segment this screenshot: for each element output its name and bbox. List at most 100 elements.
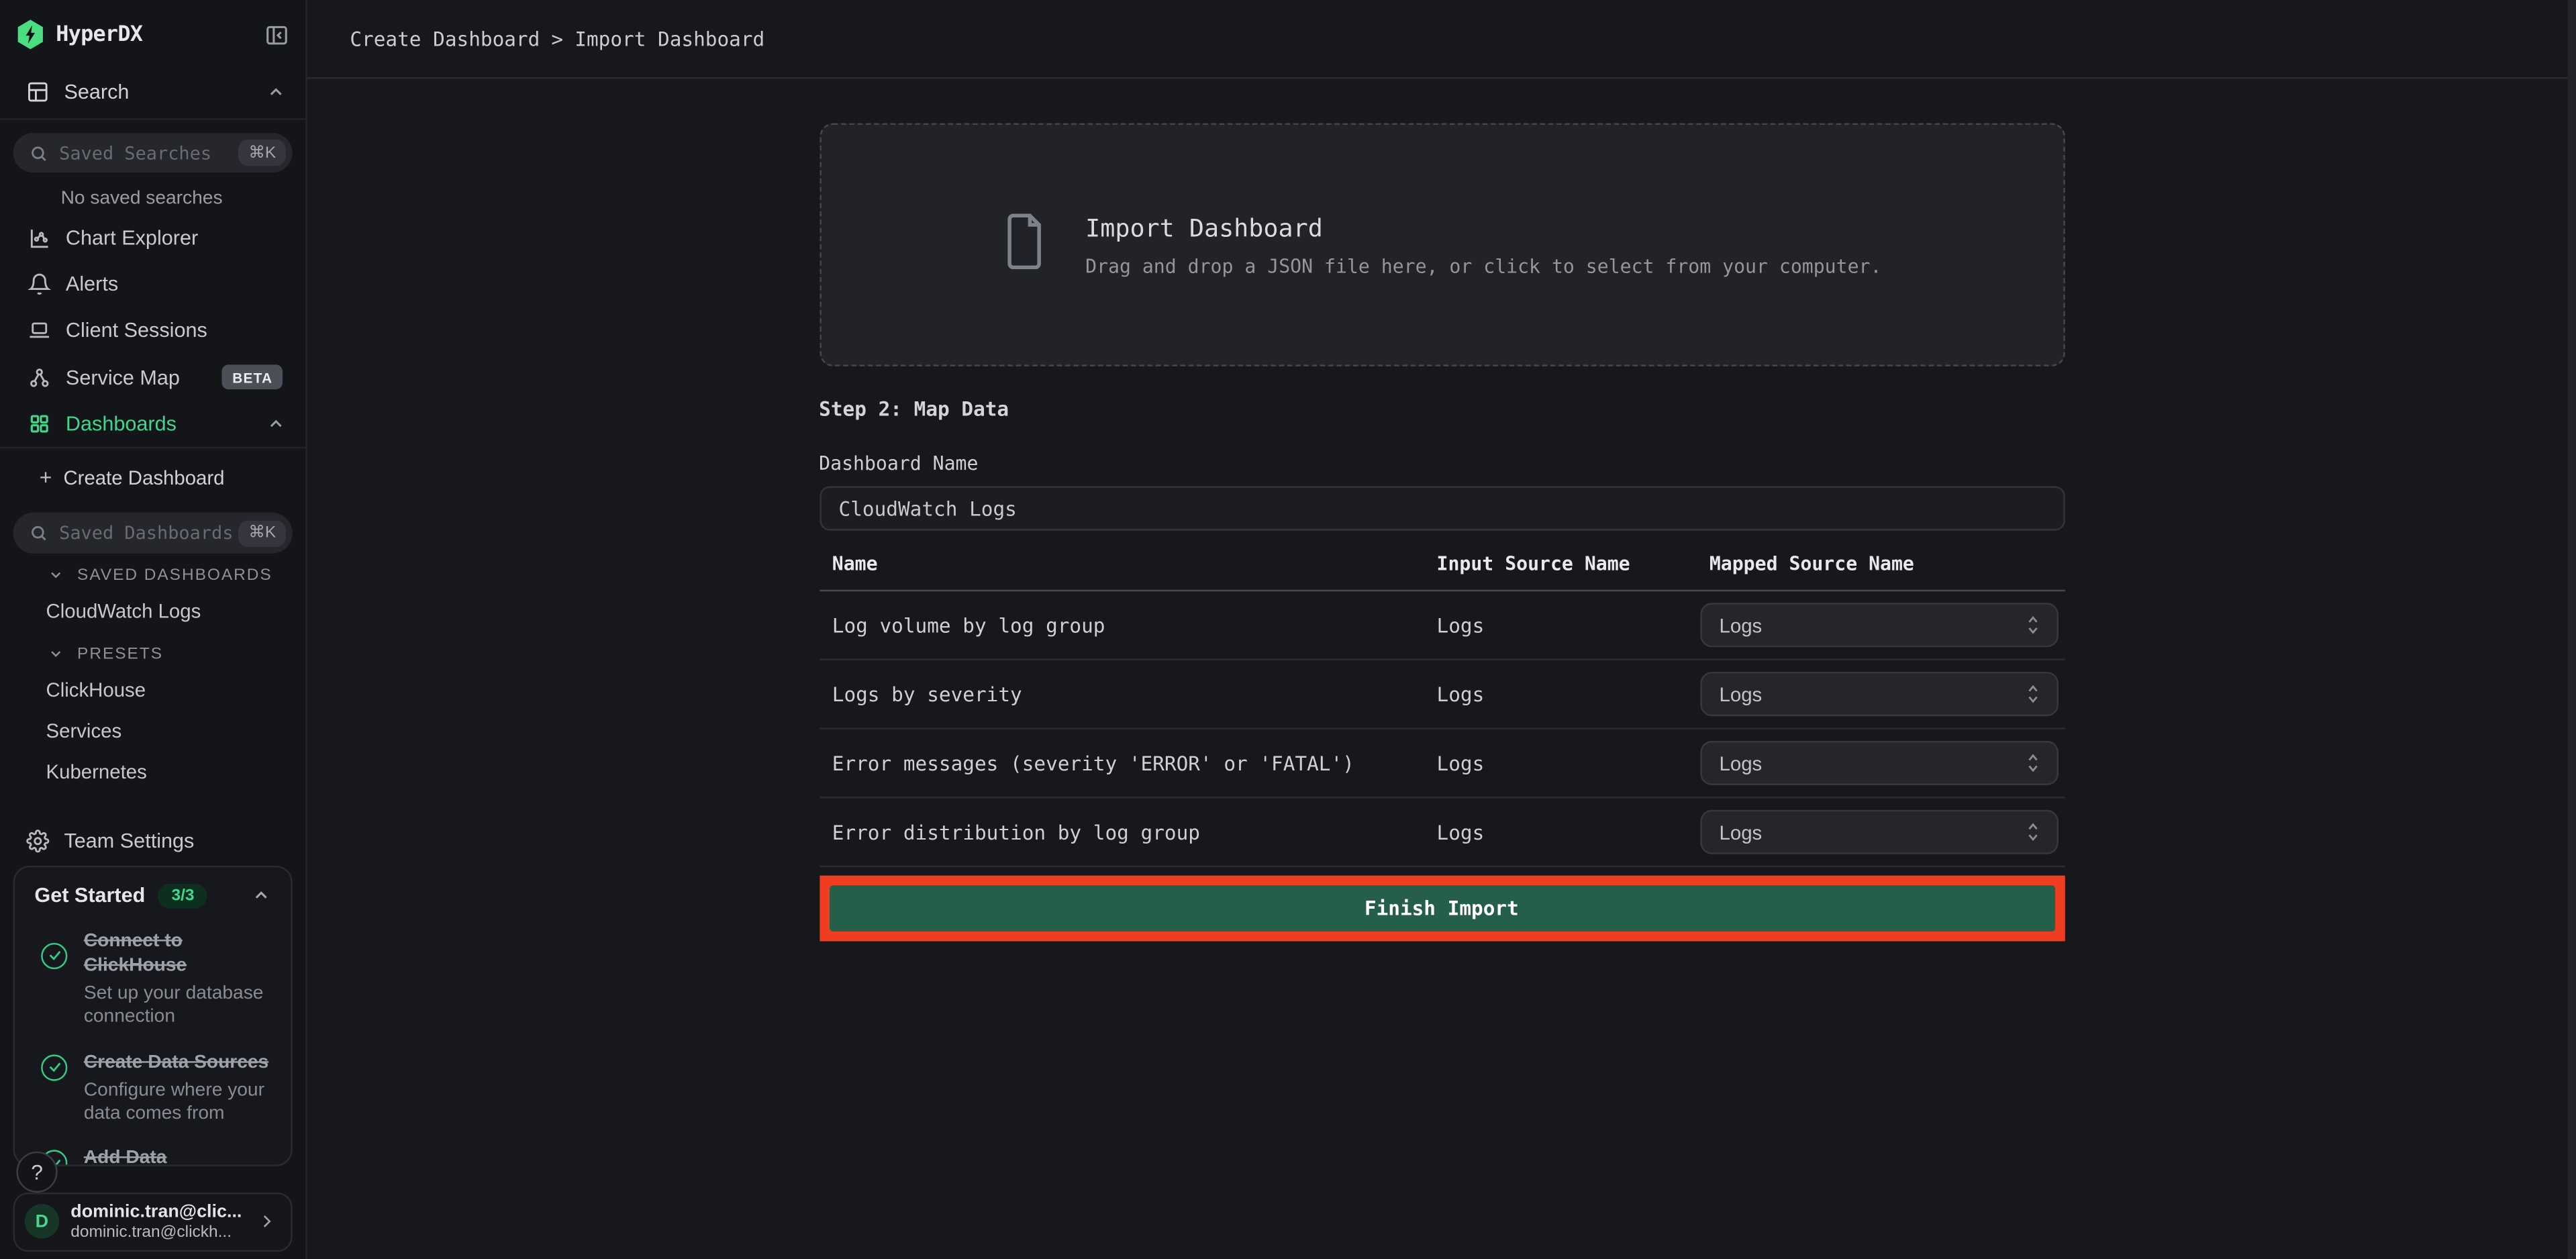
user-email: dominic.tran@clickh... [70,1223,256,1241]
avatar: D [25,1204,59,1238]
step-desc: Configure where your data comes from [84,1078,271,1125]
preset-item-kubernetes[interactable]: Kubernetes [0,752,305,793]
dropzone-title: Import Dashboard [1085,213,1881,242]
app-window: HyperDX Search Saved Searches ⌘K No save… [0,0,2576,1259]
mapped-source-select[interactable]: Logs [1699,603,2058,647]
chevron-up-icon[interactable] [251,886,270,905]
preset-item-clickhouse[interactable]: ClickHouse [0,670,305,711]
no-saved-searches-text: No saved searches [0,173,305,216]
chevron-up-icon[interactable] [266,415,286,434]
chart-name: Logs by severity [819,683,1436,705]
breadcrumb-import-dashboard: Import Dashboard [575,27,764,50]
bell-icon [26,273,51,296]
step-title: Connect to ClickHouse [84,929,271,978]
selected-value: Logs [1720,752,2024,774]
nav-label: Service Map [66,366,223,389]
get-started-title: Get Started [34,885,145,907]
selected-value: Logs [1720,683,2024,705]
selected-value: Logs [1720,821,2024,844]
table-row: Error distribution by log group Logs Log… [819,799,2064,868]
input-source: Logs [1437,821,1700,844]
selector-icon [2023,683,2041,705]
create-dashboard-button[interactable]: + Create Dashboard [0,458,305,501]
file-icon [1001,213,1046,276]
step-title: Create Data Sources [84,1050,271,1075]
search-icon [30,144,48,162]
step-desc: Set up your database connection [84,982,271,1029]
beta-badge: BETA [223,366,283,391]
chevron-down-icon [48,646,64,662]
sidebar-item-team-settings[interactable]: Team Settings [0,816,305,865]
chart-name: Error messages (severity 'ERROR' or 'FAT… [819,752,1436,774]
sidebar-item-search[interactable]: Search [0,66,305,118]
group-saved-dashboards[interactable]: SAVED DASHBOARDS [0,554,305,591]
sidebar-collapse-icon[interactable] [264,22,289,47]
chart-name: Error distribution by log group [819,821,1436,844]
sidebar-item-service-map[interactable]: Service Map BETA [0,354,305,401]
sidebar-item-dashboards[interactable]: Dashboards [0,401,305,448]
progress-badge: 3/3 [158,884,207,909]
sidebar-item-alerts[interactable]: Alerts [0,262,305,308]
group-label: SAVED DASHBOARDS [77,566,273,585]
search-section-label: Search [64,81,266,103]
dashboard-name-input[interactable] [819,487,2064,531]
help-button[interactable]: ? [16,1151,57,1192]
hyperdx-logo-icon [16,19,44,49]
divider [0,118,305,119]
table-header-row: Name Input Source Name Mapped Source Nam… [819,552,2064,591]
chevron-down-icon [48,568,64,584]
preset-item-services[interactable]: Services [0,711,305,752]
user-menu[interactable]: D dominic.tran@clic... dominic.tran@clic… [13,1192,293,1251]
nav-label: Alerts [66,273,286,296]
logo-row: HyperDX [0,0,305,66]
shortcut-badge: ⌘K [239,140,286,166]
get-started-panel: Get Started 3/3 Connect to ClickHouse Se… [13,866,293,1166]
sidebar-item-client-sessions[interactable]: Client Sessions [0,308,305,354]
sidebar-item-chart-explorer[interactable]: Chart Explorer [0,216,305,262]
plus-icon: + [40,466,52,491]
team-settings-label: Team Settings [64,829,194,852]
shortcut-badge: ⌘K [239,520,286,546]
get-started-step[interactable]: Add Data Start sending logs, metrics, or… [34,1147,270,1166]
selector-icon [2023,821,2041,843]
dashboard-item-cloudwatch-logs[interactable]: CloudWatch Logs [0,591,305,632]
input-source: Logs [1437,683,1700,705]
input-source: Logs [1437,613,1700,636]
mapped-source-select[interactable]: Logs [1699,672,2058,716]
scrollbar[interactable] [2568,0,2576,1259]
saved-dashboards-placeholder: Saved Dashboards [59,523,239,544]
get-started-step[interactable]: Connect to ClickHouse Set up your databa… [34,929,270,1029]
saved-searches-input[interactable]: Saved Searches ⌘K [13,133,293,173]
breadcrumb-separator: > [540,27,575,50]
mapped-source-select[interactable]: Logs [1699,810,2058,854]
app-title: HyperDX [56,22,264,47]
group-presets[interactable]: PRESETS [0,632,305,670]
get-started-step[interactable]: Create Data Sources Configure where your… [34,1050,270,1125]
breadcrumb-create-dashboard[interactable]: Create Dashboard [350,27,540,50]
chart-explorer-icon [26,228,51,250]
selector-icon [2023,614,2041,636]
saved-dashboards-input[interactable]: Saved Dashboards ⌘K [13,513,293,554]
check-circle-icon [41,943,67,969]
laptop-icon [26,319,51,342]
mapped-source-select[interactable]: Logs [1699,741,2058,785]
chart-name: Log volume by log group [819,613,1436,636]
hierarchy-icon [26,366,51,389]
selector-icon [2023,752,2041,774]
chevron-right-icon [256,1211,278,1232]
table-row: Log volume by log group Logs Logs [819,591,2064,660]
table-row: Logs by severity Logs Logs [819,660,2064,729]
column-header-name: Name [819,552,1436,574]
column-header-input-source: Input Source Name [1437,552,1700,574]
finish-import-button[interactable]: Finish Import [829,885,2054,931]
sidebar: HyperDX Search Saved Searches ⌘K No save… [0,0,307,1259]
create-dashboard-label: Create Dashboard [63,467,224,490]
search-page-icon [26,81,49,103]
user-name: dominic.tran@clic... [70,1202,256,1221]
chevron-up-icon[interactable] [266,82,286,101]
grid-icon [26,413,51,436]
import-dropzone[interactable]: Import Dashboard Drag and drop a JSON fi… [819,123,2064,366]
divider [0,448,305,449]
selected-value: Logs [1720,613,2024,636]
content: Import Dashboard Drag and drop a JSON fi… [307,79,2576,1259]
